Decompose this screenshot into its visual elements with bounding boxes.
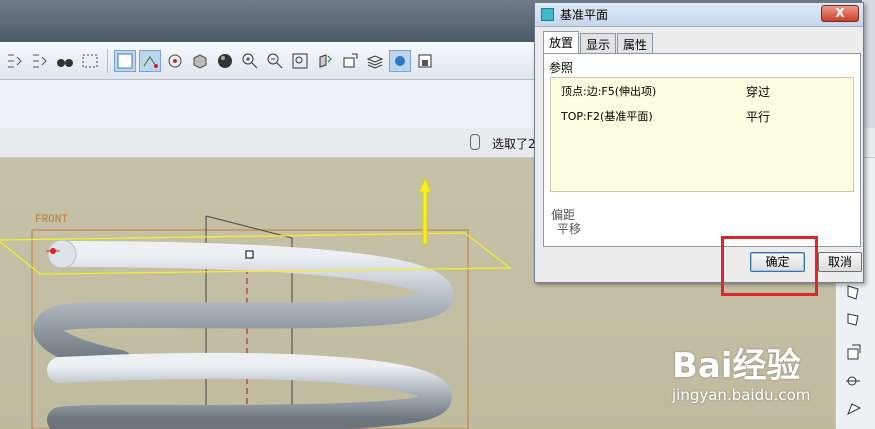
watermark-url: jingyan.baidu.com [672,386,811,404]
regen-right-icon[interactable] [29,50,51,72]
coil-turn-1 [33,241,454,376]
coil-turn-2 [47,352,452,429]
reference-constraint[interactable]: 平行 [746,108,770,125]
close-button[interactable]: X [821,5,859,22]
highlight-box [721,236,818,296]
datum-point-icon[interactable] [844,343,866,365]
tab-placement[interactable]: 放置 [543,31,580,53]
display-style-icon[interactable] [389,49,411,72]
dialog-tabs: 放置 显示 属性 [543,31,654,53]
select-box-icon[interactable] [79,50,101,72]
saved-view-icon[interactable] [414,50,436,72]
references-list[interactable]: 顶点:边:F5(伸出项) 穿过 TOP:F2(基准平面) 平行 [550,77,854,192]
references-header: 参照 [549,61,574,75]
refit-icon[interactable] [289,50,311,72]
tab-properties[interactable]: 属性 [617,33,654,53]
toolbar-separator [107,48,108,73]
layers-icon[interactable] [364,50,386,72]
dialog-title: 基准平面 [560,8,609,22]
tab-display[interactable]: 显示 [580,33,617,53]
reference-item[interactable]: 顶点:边:F5(伸出项) [561,83,656,99]
toolbar-band [0,80,540,128]
datum-axis-icon[interactable] [139,49,161,72]
datum-plane-icon [541,8,554,21]
placement-panel: 参照 顶点:边:F5(伸出项) 穿过 TOP:F2(基准平面) 平行 偏距 平移 [543,53,861,247]
drag-handle[interactable] [245,250,254,259]
info-icon [470,134,480,150]
datum-axis-tool-icon[interactable] [844,308,866,330]
regen-left-icon[interactable] [4,50,26,72]
datum-plane-icon[interactable] [844,282,866,304]
status-message: 选取了2 [492,137,536,151]
zoom-out-icon[interactable] [264,50,286,72]
offset-value: 平移 [557,222,582,236]
binoculars-icon[interactable] [54,50,76,72]
dialog-title-bar[interactable]: 基准平面 X [535,3,863,27]
reference-constraint[interactable]: 穿过 [746,83,770,100]
sketch-tool-icon[interactable] [844,398,866,420]
annotation-icon[interactable] [339,50,361,72]
orient-icon[interactable] [314,50,336,72]
shade-icon[interactable] [189,50,211,72]
sphere-icon[interactable] [214,50,236,72]
zoom-in-icon[interactable] [239,50,261,72]
csys-icon[interactable] [844,370,866,392]
watermark: Bai经验 jingyan.baidu.com [672,338,810,404]
reference-item[interactable]: TOP:F2(基准平面) [561,108,653,124]
front-plane-label: FRONT [35,214,68,226]
cancel-button[interactable]: 取消 [818,252,862,272]
watermark-brand: Bai经验 [672,346,801,386]
layer-tree-icon[interactable] [164,50,186,72]
main-toolbar [0,42,540,80]
coil-end-face [47,239,77,269]
sketch-view-icon[interactable] [114,49,136,72]
